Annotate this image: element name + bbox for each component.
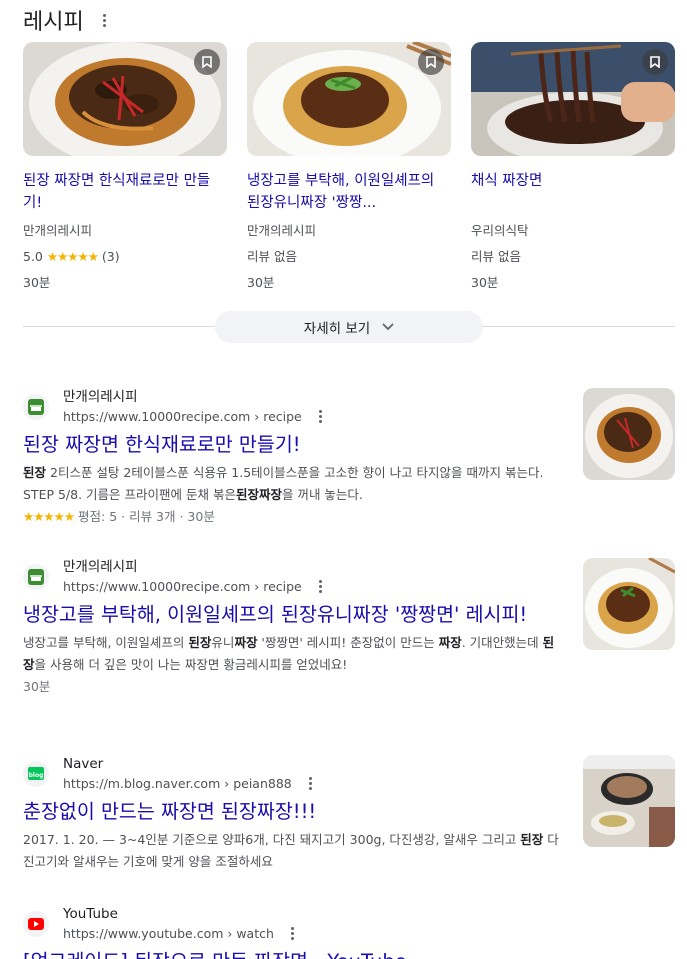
result-url: https://www.youtube.com › watch xyxy=(63,926,274,941)
jajangmyeon-image xyxy=(583,388,675,480)
snippet-text: 유니 xyxy=(211,635,235,650)
recipe-card-title[interactable]: 된장 짜장면 한식재료로만 만들기! xyxy=(23,170,227,214)
snippet-text: 을 사용해 더 깊은 맛이 나는 짜장면 황금레시피를 얻었네요! xyxy=(34,657,348,672)
chevron-down-icon xyxy=(382,323,394,331)
recipe-thumbnail[interactable] xyxy=(23,42,227,156)
result-source[interactable]: 만개의레시피 https://www.10000recipe.com › rec… xyxy=(23,558,675,596)
svg-text:blog: blog xyxy=(29,772,44,779)
recipe-card-time: 30분 xyxy=(471,275,499,290)
result-url: https://m.blog.naver.com › peian888 xyxy=(63,776,292,791)
result-snippet: 2017. 1. 20. — 3~4인분 기준으로 양파6개, 다진 돼지고기 … xyxy=(23,829,563,873)
show-more-label: 자세히 보기 xyxy=(303,321,371,337)
snippet-bold: 짜장 xyxy=(234,635,258,650)
snippet-text: 을 꺼내 놓는다. xyxy=(281,487,363,502)
result-snippet: 냉장고를 부탁해, 이원일셰프의 된장유니짜장 '짱짱면' 레시피! 춘장없이 … xyxy=(23,632,563,676)
snippet-text: . 기대안했는데 xyxy=(461,635,543,650)
result-title[interactable]: 된장 짜장면 한식재료로만 만들기! xyxy=(23,432,563,458)
result-thumbnail[interactable] xyxy=(583,388,675,480)
recipe-card-reviews: 리뷰 없음 xyxy=(247,249,297,264)
result-snippet: 된장 2티스푼 설탕 2테이블스푼 식용유 1.5테이블스푼을 고소한 향이 나… xyxy=(23,462,563,506)
result-source[interactable]: YouTube https://www.youtube.com › watch xyxy=(23,905,675,943)
snippet-text: 냉장고를 부탁해, 이원일셰프의 xyxy=(23,635,189,650)
recipe-thumbnail[interactable] xyxy=(247,42,451,156)
recipe-card-title[interactable]: 채식 짜장면 xyxy=(471,170,675,214)
naver-blog-icon: blog xyxy=(23,761,49,787)
result-site-name: YouTube xyxy=(63,906,118,922)
recipe-carousel: 된장 짜장면 한식재료로만 만들기! 만개의레시피 5.0 ★★★★★ (3) … xyxy=(23,42,675,296)
recipe-card-reviews: 리뷰 없음 xyxy=(471,249,521,264)
rating-text: 평점: 5 · 리뷰 3개 · 30분 xyxy=(78,509,215,524)
result-title[interactable]: 냉장고를 부탁해, 이원일셰프의 된장유니짜장 '짱짱면' 레시피! xyxy=(23,602,563,628)
result-source[interactable]: 만개의레시피 https://www.10000recipe.com › rec… xyxy=(23,388,675,426)
recipe-card[interactable]: 채식 짜장면 우리의식탁 리뷰 없음 30분 xyxy=(471,42,675,296)
snippet-bold: 된장짜장 xyxy=(235,487,282,502)
more-options-icon[interactable] xyxy=(306,777,316,790)
result-thumbnail[interactable] xyxy=(583,558,675,650)
search-result: blog Naver https://m.blog.naver.com › pe… xyxy=(23,755,675,873)
search-result: 만개의레시피 https://www.10000recipe.com › rec… xyxy=(23,558,675,698)
recipe-card-source: 우리의식탁 xyxy=(471,223,529,238)
result-source[interactable]: blog Naver https://m.blog.naver.com › pe… xyxy=(23,755,675,793)
result-title[interactable]: [업그레이드] 된장으로 만든 짜장면 - YouTube xyxy=(23,949,563,959)
star-rating-icon: ★★★★★ xyxy=(46,249,99,264)
jajangmyeon-image xyxy=(583,558,675,650)
snippet-bold: 된장 xyxy=(188,635,212,650)
10000recipe-icon xyxy=(23,394,49,420)
search-result: YouTube https://www.youtube.com › watch … xyxy=(23,905,675,959)
bookmark-icon[interactable] xyxy=(194,49,220,75)
result-cook-time: 30분 xyxy=(23,679,51,694)
youtube-icon xyxy=(23,911,49,937)
recipe-card-time: 30분 xyxy=(23,275,51,290)
result-rating: ★★★★★ 평점: 5 · 리뷰 3개 · 30분 xyxy=(23,506,675,528)
recipe-card-source: 만개의레시피 xyxy=(23,223,93,238)
snippet-bold: 된장 xyxy=(23,465,47,480)
result-thumbnail[interactable] xyxy=(583,755,675,847)
recipe-thumbnail[interactable] xyxy=(471,42,675,156)
result-url: https://www.10000recipe.com › recipe xyxy=(63,409,302,424)
recipe-card[interactable]: 된장 짜장면 한식재료로만 만들기! 만개의레시피 5.0 ★★★★★ (3) … xyxy=(23,42,227,296)
cooking-video-image xyxy=(583,755,675,847)
recipe-card-source: 만개의레시피 xyxy=(247,223,317,238)
result-title[interactable]: 춘장없이 만드는 짜장면 된장짜장!!! xyxy=(23,799,563,825)
more-options-icon[interactable] xyxy=(288,927,298,940)
recipes-section-header: 레시피 xyxy=(23,4,110,36)
more-options-icon[interactable] xyxy=(316,410,326,423)
more-options-icon[interactable] xyxy=(316,580,326,593)
rating-count: (3) xyxy=(101,249,120,264)
recipe-card-rating: 5.0 ★★★★★ (3) xyxy=(23,244,227,270)
result-site-name: Naver xyxy=(63,756,104,772)
search-result: 만개의레시피 https://www.10000recipe.com › rec… xyxy=(23,388,675,528)
rating-value: 5.0 xyxy=(23,249,43,264)
section-title: 레시피 xyxy=(23,10,84,35)
snippet-text: '짱짱면' 레시피! 춘장없이 만드는 xyxy=(257,635,439,650)
result-url: https://www.10000recipe.com › recipe xyxy=(63,579,302,594)
result-site-name: 만개의레시피 xyxy=(63,559,138,575)
10000recipe-icon xyxy=(23,564,49,590)
result-site-name: 만개의레시피 xyxy=(63,389,138,405)
recipe-card[interactable]: 냉장고를 부탁해, 이원일셰프의 된장유니짜장 '짱짱... 만개의레시피 리뷰… xyxy=(247,42,451,296)
snippet-bold: 짜장 xyxy=(438,635,462,650)
recipe-card-title[interactable]: 냉장고를 부탁해, 이원일셰프의 된장유니짜장 '짱짱... xyxy=(247,170,451,214)
recipe-card-time: 30분 xyxy=(247,275,275,290)
show-more-button[interactable]: 자세히 보기 xyxy=(215,311,483,343)
bookmark-icon[interactable] xyxy=(642,49,668,75)
bookmark-icon[interactable] xyxy=(418,49,444,75)
star-rating-icon: ★★★★★ xyxy=(23,509,75,524)
snippet-text: 2017. 1. 20. — 3~4인분 기준으로 양파6개, 다진 돼지고기 … xyxy=(23,832,521,847)
more-options-icon[interactable] xyxy=(100,13,110,27)
snippet-bold: 된장 xyxy=(520,832,544,847)
